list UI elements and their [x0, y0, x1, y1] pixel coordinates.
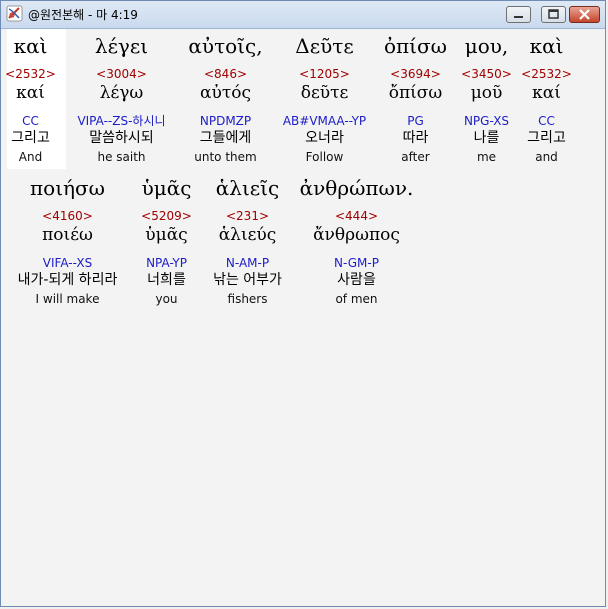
parsing-code: NPDMZP — [199, 114, 252, 128]
parsing-code: CC — [22, 114, 39, 128]
greek-word: αὐτοῖς, — [188, 34, 263, 58]
greek-word: ἀνθρώπων. — [299, 176, 414, 200]
lemma-word: ὄπίσω — [388, 83, 443, 103]
korean-gloss: 나를 — [473, 130, 500, 146]
english-gloss: And — [18, 150, 43, 164]
parsing-code: CC — [538, 114, 555, 128]
strong-number[interactable]: <231> — [226, 209, 269, 223]
title-bar[interactable]: @원전본해 - 마 4:19 — [1, 1, 605, 29]
lemma-word: καί — [532, 83, 561, 103]
app-logo-icon — [6, 5, 23, 22]
lemma-word: ἄνθρωπος — [313, 225, 400, 245]
korean-gloss: 내가-되게 하리라 — [17, 272, 118, 288]
lemma-word: δεῦτε — [300, 83, 349, 103]
english-gloss: unto them — [194, 150, 257, 164]
parsing-code: NPA-YP — [146, 256, 187, 270]
strong-number[interactable]: <2532> — [5, 67, 56, 81]
strong-number[interactable]: <3694> — [390, 67, 441, 81]
english-gloss: and — [535, 150, 558, 164]
korean-gloss: 낚는 어부가 — [213, 272, 282, 288]
greek-word: καὶ — [529, 34, 564, 58]
korean-gloss: 그리고 — [527, 130, 566, 146]
greek-word: ἁλιεῖς — [215, 176, 280, 200]
maximize-icon — [548, 9, 559, 19]
lemma-word: αὐτός — [200, 83, 251, 103]
korean-gloss: 그들에게 — [199, 130, 252, 146]
interlinear-view: καὶ <2532> καί CC 그리고 And λέγει <3004> λ… — [5, 29, 603, 603]
parsing-code: N-AM-P — [225, 256, 270, 270]
korean-gloss: 말씀하시되 — [89, 130, 154, 146]
strong-number[interactable]: <2532> — [521, 67, 572, 81]
parsing-code: AB#VMAA--YP — [282, 114, 367, 128]
lemma-word: ποιέω — [42, 225, 93, 245]
strong-number[interactable]: <3450> — [461, 67, 512, 81]
maximize-button[interactable] — [541, 6, 566, 23]
parsing-code: VIFA--XS — [42, 256, 93, 270]
english-gloss: after — [401, 150, 430, 164]
lemma-word: καί — [16, 83, 45, 103]
lemma-word: ὑμᾶς — [145, 225, 188, 245]
lemma-word: ἁλιεύς — [218, 225, 277, 245]
greek-word: λέγει — [94, 34, 149, 58]
strong-number[interactable]: <4160> — [42, 209, 93, 223]
lemma-word: μοῦ — [470, 83, 503, 103]
app-window: @원전본해 - 마 4:19 καὶ <2532> καί CC 그리고 And… — [0, 0, 606, 607]
english-gloss: I will make — [35, 292, 100, 306]
strong-number[interactable]: <444> — [335, 209, 378, 223]
greek-word: ὀπίσω — [384, 34, 447, 58]
korean-gloss: 너희를 — [147, 272, 186, 288]
lemma-word: λέγω — [99, 83, 144, 103]
english-gloss: you — [155, 292, 178, 306]
korean-gloss: 따라 — [402, 130, 429, 146]
greek-word: καὶ — [13, 34, 48, 58]
strong-number[interactable]: <846> — [204, 67, 247, 81]
strong-number[interactable]: <1205> — [299, 67, 350, 81]
english-gloss: fishers — [227, 292, 268, 306]
korean-gloss: 사람을 — [337, 272, 376, 288]
parsing-code: VIPA--ZS-하시니 — [77, 114, 166, 128]
greek-word: Δεῦτε — [295, 34, 354, 58]
close-button[interactable] — [569, 6, 600, 23]
english-gloss: Follow — [305, 150, 344, 164]
greek-word: ποιήσω — [30, 176, 105, 200]
close-icon — [579, 9, 590, 20]
minimize-button[interactable] — [506, 6, 531, 23]
strong-number[interactable]: <3004> — [96, 67, 147, 81]
parsing-code: PG — [407, 114, 424, 128]
parsing-code: N-GM-P — [334, 256, 379, 270]
strong-number[interactable]: <5209> — [141, 209, 192, 223]
korean-gloss: 그리고 — [11, 130, 50, 146]
english-gloss: of men — [335, 292, 378, 306]
parsing-code: NPG-XS — [463, 114, 510, 128]
english-gloss: he saith — [97, 150, 146, 164]
korean-gloss: 오너라 — [305, 130, 344, 146]
window-title: @원전본해 - 마 4:19 — [28, 8, 138, 22]
english-gloss: me — [476, 150, 497, 164]
greek-word: ὑμᾶς — [141, 176, 192, 200]
minimize-icon — [514, 16, 523, 18]
greek-word: μου, — [464, 34, 509, 58]
